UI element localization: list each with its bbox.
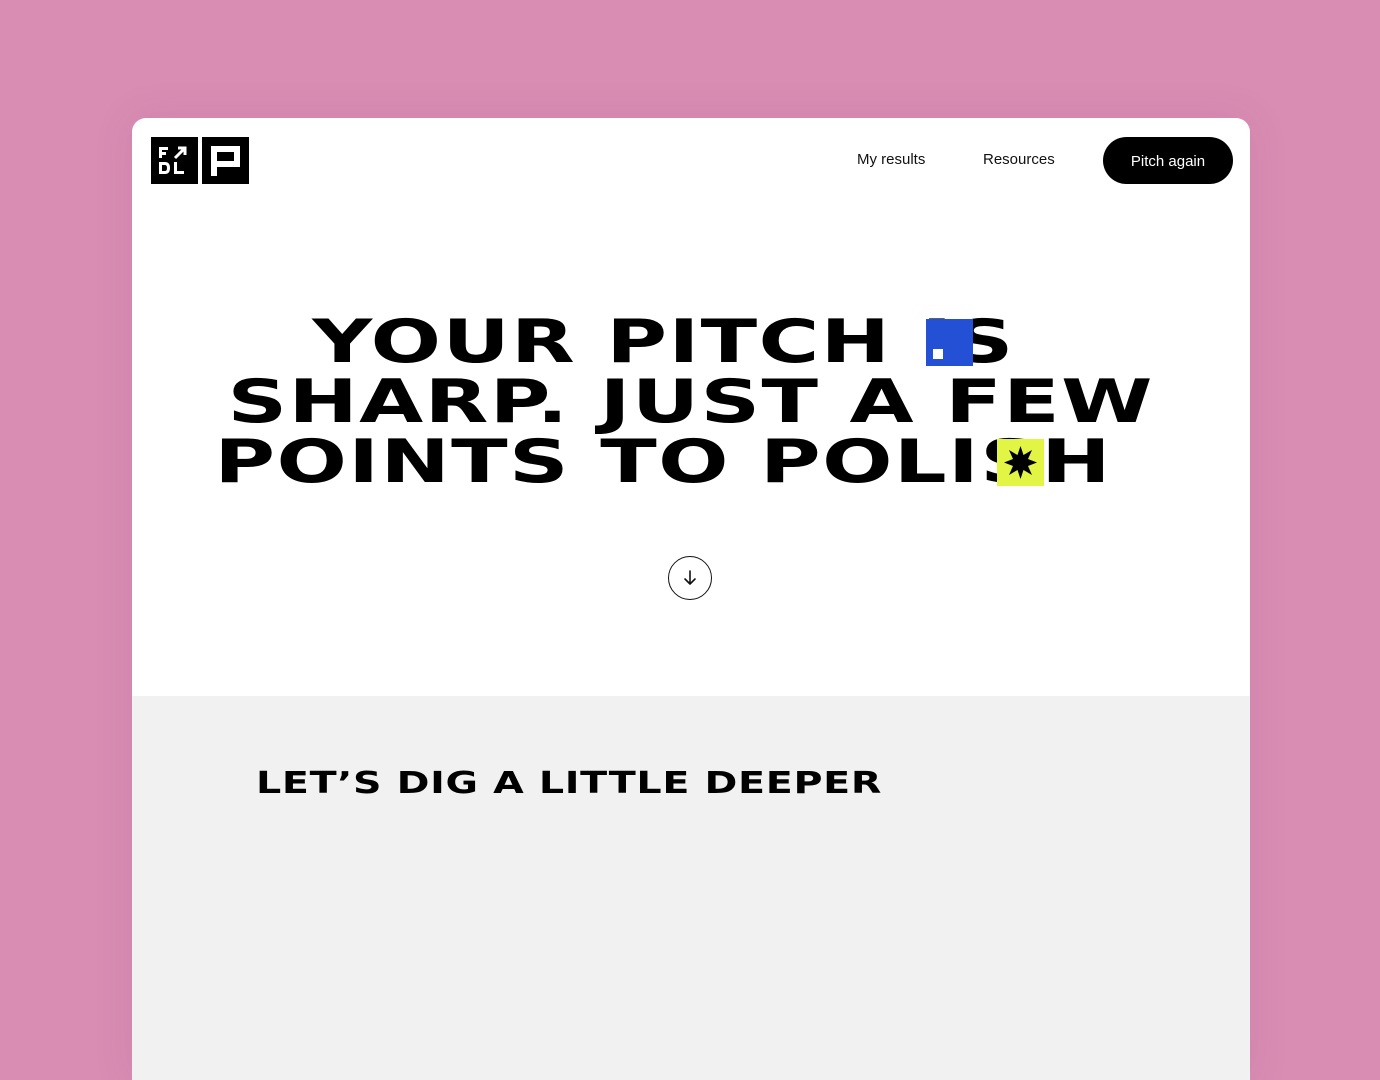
headline-text-1: YOUR PITCH IS [312,307,1015,377]
section-title-text: LET’S DIG A LITTLE DEEPER [256,766,882,801]
logo-flag-tile [202,137,249,184]
section-title: LET’S DIG A LITTLE DEEPER [256,764,881,804]
starburst-icon [996,439,1044,486]
headline-line-1: YOUR PITCH IS [132,312,1250,372]
hero-section: YOUR PITCH IS SHARP. JUST A FEW POINTS T… [132,202,1250,696]
logo-letters-tile [151,137,198,184]
logo-letters-icon [159,146,187,174]
nav-my-results-link[interactable]: My results [857,151,925,168]
top-navbar: My results Resources Pitch again [132,118,1250,202]
pitch-again-button[interactable]: Pitch again [1103,137,1233,184]
brand-logo[interactable] [151,137,249,184]
flag-icon [211,146,240,176]
scroll-down-button[interactable] [668,556,712,600]
headline-line-3: POINTS TO POLISH [132,432,1250,492]
app-window: My results Resources Pitch again YOUR PI… [132,118,1250,1080]
blue-square-icon [926,319,974,366]
nav-resources-link[interactable]: Resources [983,151,1055,168]
headline-line-2: SHARP. JUST A FEW [132,372,1250,432]
headline-text-3: POINTS TO POLISH [214,427,1113,497]
details-section: LET’S DIG A LITTLE DEEPER [132,696,1250,1080]
hero-headline: YOUR PITCH IS SHARP. JUST A FEW POINTS T… [132,312,1250,492]
headline-text-2: SHARP. JUST A FEW [227,367,1155,437]
arrow-down-icon [684,570,696,585]
